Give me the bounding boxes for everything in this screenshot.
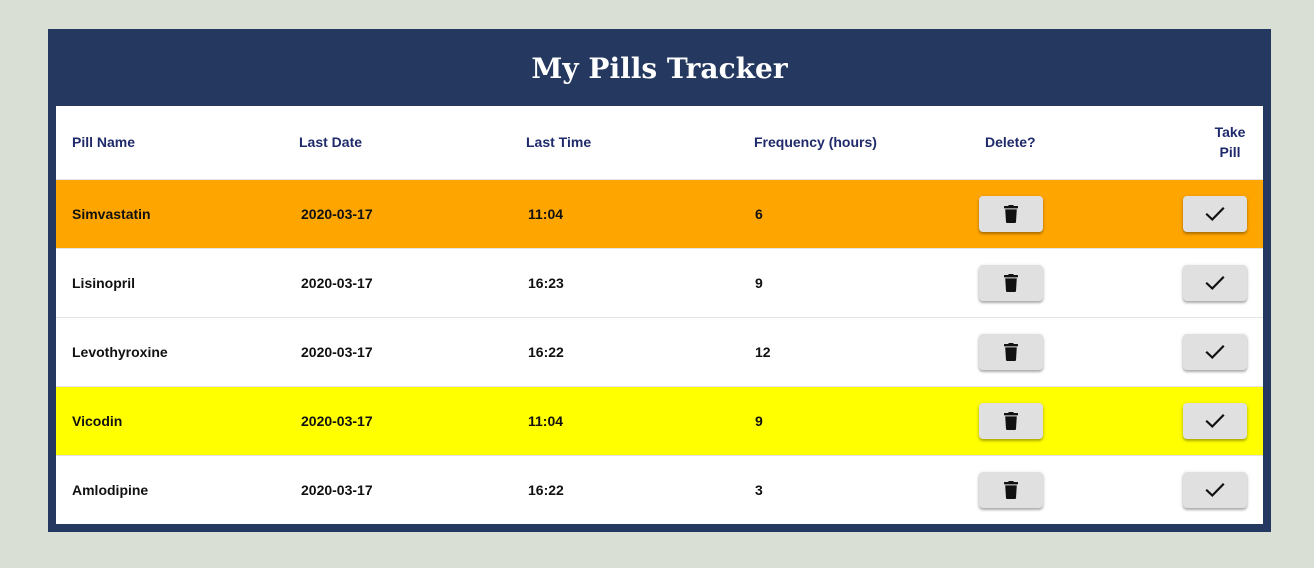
page-title: My Pills Tracker bbox=[531, 52, 788, 85]
pill-name-cell: Simvastatin bbox=[72, 206, 151, 222]
checkmark-icon bbox=[1205, 206, 1225, 222]
header-last-date: Last Date bbox=[299, 134, 363, 150]
pill-name-cell: Levothyroxine bbox=[72, 344, 168, 360]
delete-button[interactable] bbox=[979, 265, 1043, 301]
take-pill-button[interactable] bbox=[1183, 265, 1247, 301]
last-time-cell: 16:22 bbox=[528, 344, 564, 360]
trash-icon bbox=[1004, 274, 1018, 292]
trash-icon bbox=[1004, 343, 1018, 361]
last-time-cell: 11:04 bbox=[528, 206, 564, 222]
frequency-cell: 9 bbox=[755, 413, 763, 429]
trash-icon bbox=[1004, 205, 1018, 223]
take-pill-button[interactable] bbox=[1183, 472, 1247, 508]
table-body: Simvastatin 2020-03-17 11:04 6 Lisinopril 202… bbox=[56, 180, 1263, 524]
frequency-cell: 9 bbox=[755, 275, 763, 291]
last-time-cell: 16:23 bbox=[528, 275, 564, 291]
delete-button[interactable] bbox=[979, 334, 1043, 370]
checkmark-icon bbox=[1205, 482, 1225, 498]
last-date-cell: 2020-03-17 bbox=[301, 275, 373, 291]
last-time-cell: 11:04 bbox=[528, 413, 564, 429]
table-row: Simvastatin 2020-03-17 11:04 6 bbox=[56, 180, 1263, 249]
take-pill-button[interactable] bbox=[1183, 196, 1247, 232]
checkmark-icon bbox=[1205, 344, 1225, 360]
table-row: Lisinopril 2020-03-17 16:23 9 bbox=[56, 249, 1263, 318]
header-pill-name: Pill Name bbox=[72, 134, 136, 150]
pills-table: Pill Name Last Date Last Time Frequency … bbox=[56, 106, 1263, 524]
delete-button[interactable] bbox=[979, 472, 1043, 508]
header-take-pill: Take Pill bbox=[1202, 122, 1258, 162]
take-pill-button[interactable] bbox=[1183, 403, 1247, 439]
last-date-cell: 2020-03-17 bbox=[301, 482, 373, 498]
header-take-line1: Take bbox=[1214, 124, 1246, 140]
frequency-cell: 12 bbox=[755, 344, 771, 360]
header-last-time: Last Time bbox=[526, 134, 592, 150]
last-date-cell: 2020-03-17 bbox=[301, 413, 373, 429]
last-time-cell: 16:22 bbox=[528, 482, 564, 498]
table-row: Vicodin 2020-03-17 11:04 9 bbox=[56, 387, 1263, 456]
trash-icon bbox=[1004, 481, 1018, 499]
table-header: Pill Name Last Date Last Time Frequency … bbox=[56, 106, 1263, 180]
checkmark-icon bbox=[1205, 413, 1225, 429]
delete-button[interactable] bbox=[979, 196, 1043, 232]
last-date-cell: 2020-03-17 bbox=[301, 344, 373, 360]
delete-button[interactable] bbox=[979, 403, 1043, 439]
last-date-cell: 2020-03-17 bbox=[301, 206, 373, 222]
pill-name-cell: Amlodipine bbox=[72, 482, 149, 498]
take-pill-button[interactable] bbox=[1183, 334, 1247, 370]
app-frame: My Pills Tracker Pill Name Last Date Las… bbox=[48, 29, 1271, 532]
table-row: Amlodipine 2020-03-17 16:22 3 bbox=[56, 456, 1263, 524]
frequency-cell: 3 bbox=[755, 482, 763, 498]
pill-name-cell: Lisinopril bbox=[72, 275, 135, 291]
frequency-cell: 6 bbox=[755, 206, 763, 222]
header-frequency: Frequency (hours) bbox=[754, 134, 877, 150]
checkmark-icon bbox=[1205, 275, 1225, 291]
header-delete: Delete? bbox=[985, 134, 1036, 150]
trash-icon bbox=[1004, 412, 1018, 430]
pill-name-cell: Vicodin bbox=[72, 413, 123, 429]
header-take-line2: Pill bbox=[1219, 144, 1241, 160]
table-row: Levothyroxine 2020-03-17 16:22 12 bbox=[56, 318, 1263, 387]
